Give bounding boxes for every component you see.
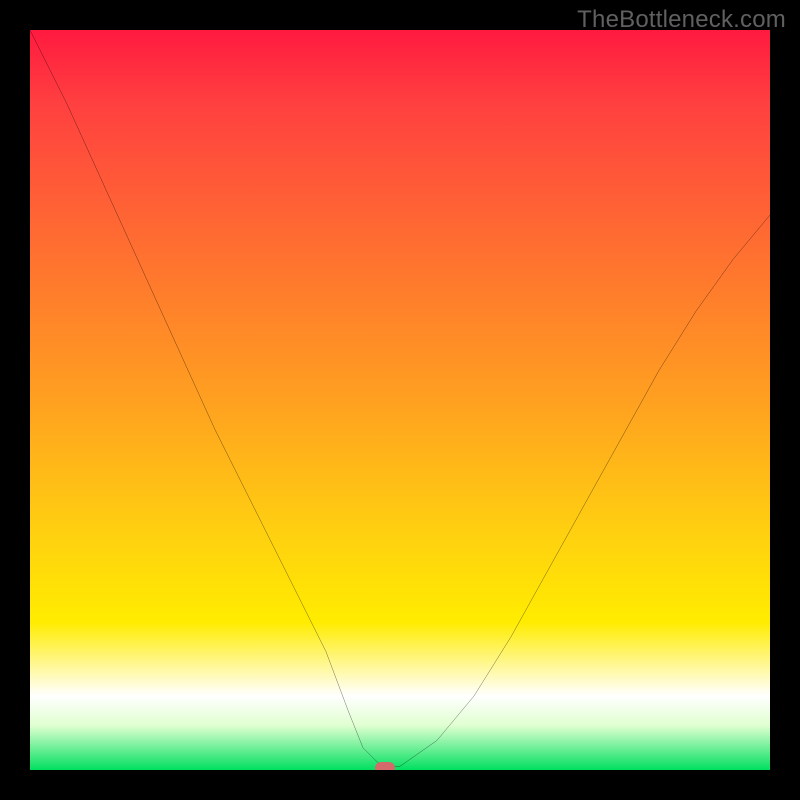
watermark-text: TheBottleneck.com	[577, 6, 786, 34]
bottleneck-curve	[30, 30, 770, 770]
minimum-marker	[375, 762, 395, 770]
plot-area	[30, 30, 770, 770]
chart-frame: TheBottleneck.com	[0, 0, 800, 800]
curve-path	[30, 30, 770, 768]
